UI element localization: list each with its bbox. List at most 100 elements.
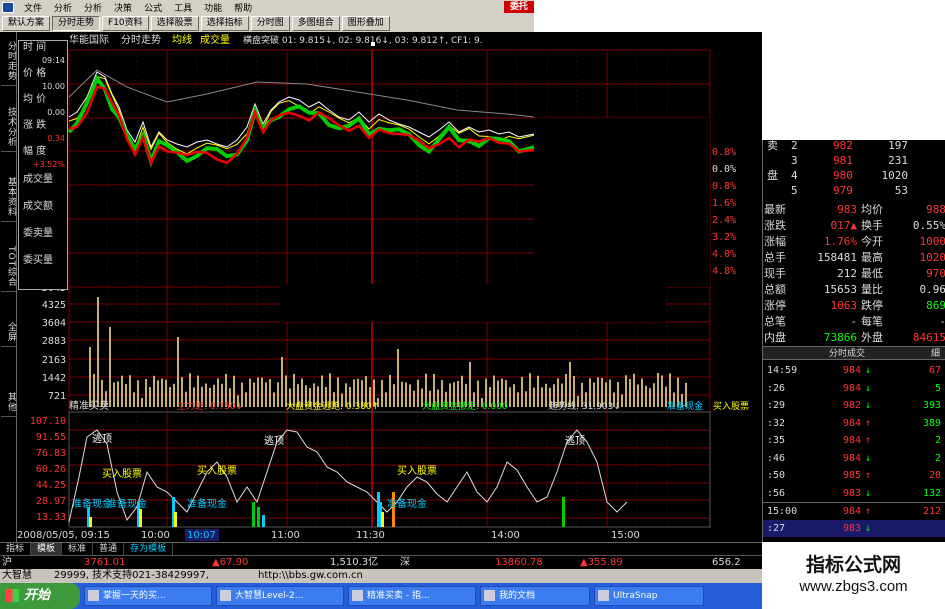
app-icon-small bbox=[220, 590, 231, 601]
tick-row[interactable]: :56 983 ↓ 132 bbox=[763, 485, 945, 502]
quote-field-row: 涨跌 ▲017 换手 0.55% bbox=[764, 219, 945, 232]
task-button-5[interactable]: UltraSnap bbox=[594, 586, 704, 606]
vtab-tot[interactable]: TOT综合 bbox=[1, 242, 16, 292]
menu-view[interactable]: 分析 bbox=[48, 1, 78, 14]
order-book-row: 盘 4 980 1020 bbox=[767, 169, 908, 182]
crosshair-info-box: 时 间 09:14 价 格 10.00 均 价 0.00 涨 跌 0.34 幅 … bbox=[18, 40, 68, 290]
ie-icon bbox=[352, 590, 363, 601]
vtab-fundamentals[interactable]: 基本资料 bbox=[1, 172, 16, 222]
tick-arrow: ↓ bbox=[865, 487, 872, 499]
menu-decision[interactable]: 决策 bbox=[108, 1, 138, 14]
order-book-price: 981 bbox=[833, 154, 853, 167]
indicator-readout: 横盘突破 01: 9.815↓, 02: 9.816↓, 03: 9.812↑,… bbox=[243, 34, 483, 46]
tab-template[interactable]: 模板 bbox=[31, 543, 63, 555]
task-button-4[interactable]: 我的文档 bbox=[480, 586, 590, 606]
tick-price: 984 bbox=[843, 365, 862, 376]
menu-file[interactable]: 文件 bbox=[18, 1, 48, 14]
indicator-tick: 76.83 bbox=[36, 448, 66, 459]
bid-volume-label: 委买量 bbox=[23, 255, 53, 266]
f10-button[interactable]: F10资料 bbox=[102, 15, 149, 31]
timeshare-button[interactable]: 分时走势 bbox=[52, 15, 101, 31]
task-button-3[interactable]: 精准买卖 - 指... bbox=[348, 586, 476, 606]
tab-normal[interactable]: 普通 bbox=[93, 543, 125, 555]
percent-value: +3.52% bbox=[32, 160, 65, 169]
taskbar: 开始 掌握一天的买... 大智慧Level-2... 精准买卖 - 指... 我… bbox=[0, 583, 762, 609]
tab-indicator[interactable]: 指标 bbox=[0, 543, 32, 555]
default-scheme-button[interactable]: 默认方案 bbox=[2, 15, 51, 31]
order-book-label: 卖 bbox=[767, 139, 778, 152]
volume-bar bbox=[249, 378, 251, 407]
signal-label: 准备现金 bbox=[107, 497, 147, 510]
indicator-legend-item: 主力进: 0.750↓ bbox=[177, 400, 243, 412]
volume-bar bbox=[125, 384, 127, 407]
vtab-technical[interactable]: 技术分析 bbox=[1, 102, 16, 152]
tick-row[interactable]: :27 983 ↓ bbox=[763, 519, 945, 537]
order-book-label: 盘 bbox=[767, 169, 778, 182]
volume-bar bbox=[509, 387, 511, 407]
tick-row[interactable]: :29 982 ↓ 393 bbox=[763, 397, 945, 414]
volume-bar bbox=[117, 381, 119, 407]
tab-save-template[interactable]: 存为模板 bbox=[124, 543, 174, 555]
tick-price: 984 bbox=[843, 417, 862, 429]
volume-bar bbox=[629, 379, 631, 407]
tab-standard[interactable]: 标准 bbox=[62, 543, 94, 555]
tick-row[interactable]: :50 985 ↑ 20 bbox=[763, 467, 945, 484]
menu-function[interactable]: 功能 bbox=[198, 1, 228, 14]
indicator-legend-item: 趋势线: 31.903↓ bbox=[549, 400, 621, 412]
signal-label: 准备现金 bbox=[387, 497, 427, 510]
volume-bar bbox=[261, 377, 263, 407]
percent-tick: 4.0% bbox=[712, 249, 736, 260]
tick-price: 982 bbox=[843, 400, 862, 411]
tick-row[interactable]: :46 984 ↓ 2 bbox=[763, 450, 945, 467]
windows-flag-icon bbox=[6, 589, 19, 602]
select-indicator-button[interactable]: 选择指标 bbox=[200, 15, 249, 31]
quote-field-label: 每笔 bbox=[861, 315, 883, 328]
ask-volume-label: 委卖量 bbox=[23, 228, 53, 239]
volume-bar bbox=[657, 373, 659, 407]
quote-field-row: 内盘 73866 外盘 84615 bbox=[764, 331, 945, 344]
cursor-marker bbox=[371, 42, 375, 46]
volume-bar bbox=[97, 297, 99, 407]
percent-tick: 3.2% bbox=[712, 232, 736, 243]
select-stock-button[interactable]: 选择股票 bbox=[150, 15, 199, 31]
sh-change: ▲67.90 bbox=[212, 557, 249, 568]
tick-row[interactable]: :32 984 ↑ 389 bbox=[763, 415, 945, 432]
volume-bar bbox=[409, 384, 411, 407]
weituo-button[interactable]: 委托 bbox=[503, 1, 534, 13]
volume-bar bbox=[637, 384, 639, 407]
date-label: 2008/05/05, 09:15 bbox=[17, 530, 110, 541]
tick-row[interactable]: :26 984 ↓ 5 bbox=[763, 380, 945, 397]
tick-time: :26 bbox=[767, 382, 786, 394]
watermark-title: 指标公式网 bbox=[805, 554, 901, 576]
vtab-other[interactable]: 其他 bbox=[1, 387, 16, 417]
tick-row[interactable]: 14:59 984 ↓ 67 bbox=[763, 362, 945, 379]
tick-row[interactable]: 15:00 984 ↑ 212 bbox=[763, 502, 945, 519]
vtab-timeshare[interactable]: 分时走势 bbox=[1, 36, 16, 86]
quote-field-label: 内盘 bbox=[764, 331, 786, 344]
vtab-fullscreen[interactable]: 全屏 bbox=[1, 317, 16, 347]
overlay-button[interactable]: 图形叠加 bbox=[341, 15, 390, 31]
status-url[interactable]: http:\\bbs.gw.com.cn bbox=[258, 569, 363, 583]
multi-chart-button[interactable]: 多图组合 bbox=[291, 15, 340, 31]
time-label: 时 间 bbox=[23, 42, 47, 53]
volume-bar bbox=[253, 382, 255, 407]
menu-analysis[interactable]: 分析 bbox=[78, 1, 108, 14]
task-button-2[interactable]: 大智慧Level-2... bbox=[216, 586, 344, 606]
volume-bar bbox=[417, 379, 419, 407]
timeshare-chart-button[interactable]: 分时图 bbox=[250, 15, 290, 31]
volume-bar bbox=[109, 327, 111, 407]
start-button[interactable]: 开始 bbox=[0, 583, 80, 609]
volume-bar bbox=[533, 387, 535, 407]
volume-bar bbox=[129, 375, 131, 407]
menu-tools[interactable]: 工具 bbox=[168, 1, 198, 14]
tick-time: :27 bbox=[767, 522, 786, 534]
signal-label: 准备现金 bbox=[72, 497, 112, 510]
tick-row[interactable]: :35 984 ↑ 2 bbox=[763, 432, 945, 449]
menu-help[interactable]: 帮助 bbox=[228, 1, 258, 14]
ticks-detail-toggle[interactable]: 細 bbox=[931, 347, 940, 361]
tick-time: 15:00 bbox=[767, 506, 798, 517]
task-button-1[interactable]: 掌握一天的买... bbox=[84, 586, 212, 606]
folder-icon bbox=[484, 590, 495, 601]
menu-formula[interactable]: 公式 bbox=[138, 1, 168, 14]
quote-field-row: 总笔-每笔- bbox=[764, 315, 945, 328]
